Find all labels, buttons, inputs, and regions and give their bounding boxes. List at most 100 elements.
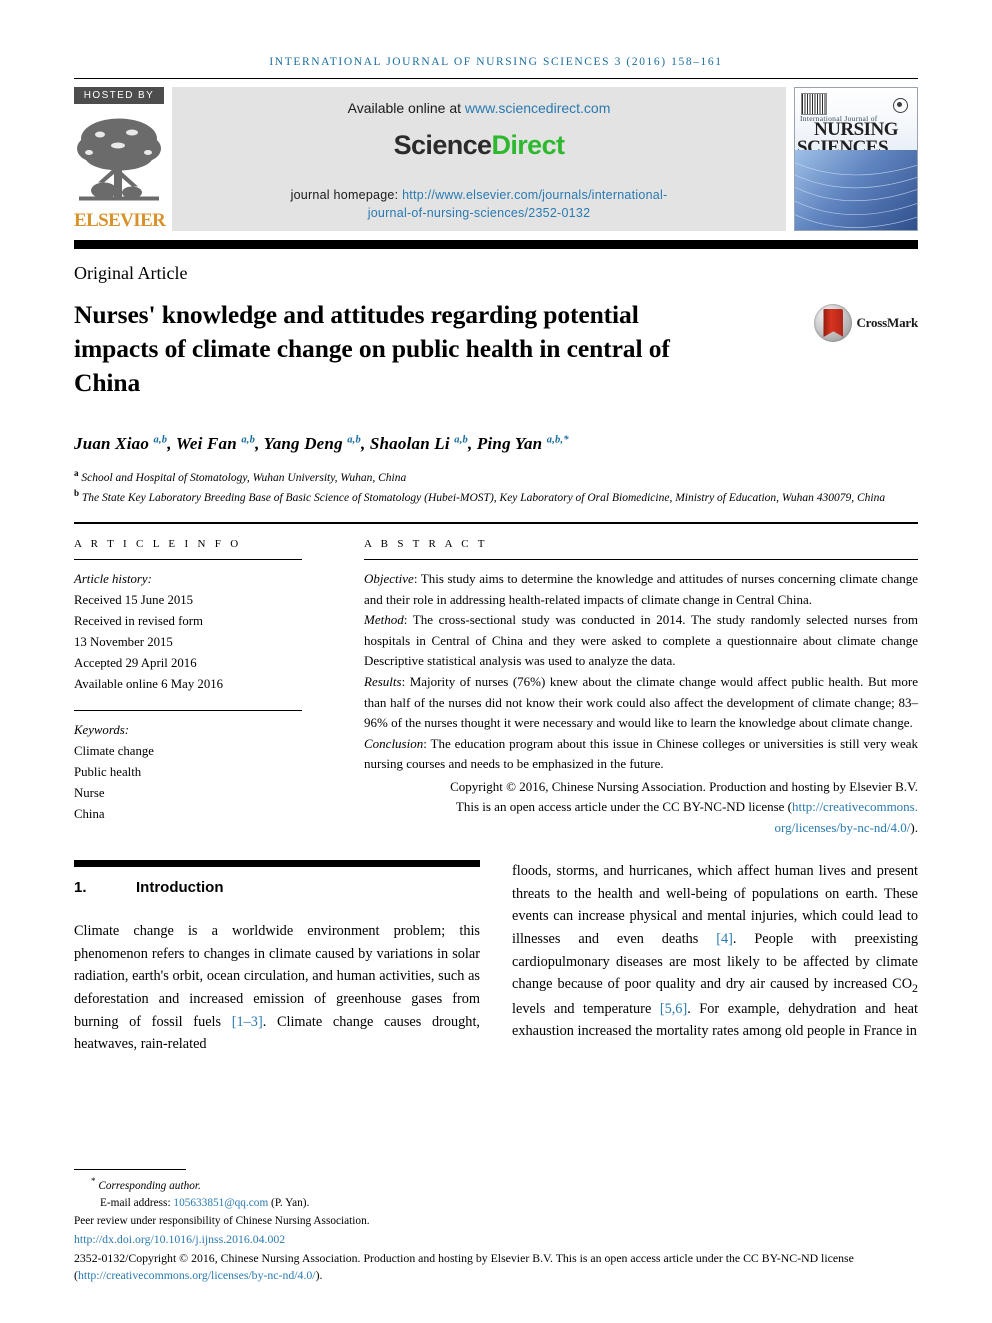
affiliation-item: b The State Key Laboratory Breeding Base… <box>74 487 918 507</box>
article-type: Original Article <box>74 263 188 283</box>
intro-paragraph-right-text: floods, storms, and hurricanes, which af… <box>512 860 918 1043</box>
introduction-section: 1. Introduction Climate change is a worl… <box>74 860 918 1055</box>
sciencedirect-logo: ScienceDirect <box>394 130 565 161</box>
sciencedirect-logo-science: Science <box>393 130 492 160</box>
elsevier-wordmark: ELSEVIER <box>74 210 166 231</box>
abstract-body: Objective: This study aims to determine … <box>364 569 918 838</box>
abstract-heading: A B S T R A C T <box>364 538 488 551</box>
title-row: Nurses' knowledge and attitudes regardin… <box>74 298 918 400</box>
abstract-results-text: : Majority of nurses (76%) knew about th… <box>364 673 918 731</box>
copyright-line-3: org/licenses/by-nc-nd/4.0/). <box>364 818 918 839</box>
journal-homepage-line: journal homepage: http://www.elsevier.co… <box>172 186 786 222</box>
license-tail-text: ). <box>315 1268 323 1283</box>
crossmark-badge[interactable]: CrossMark <box>814 304 918 342</box>
author-affil-marker: a,b <box>347 434 361 446</box>
barcode-icon <box>801 93 827 115</box>
author-affil-marker: a,b <box>153 434 168 446</box>
co2-subscript: 2 <box>912 980 918 995</box>
abstract-column: A B S T R A C T Objective: This study ai… <box>364 538 918 838</box>
article-history-label: Article history: <box>74 572 152 587</box>
footnote-rule <box>74 1169 186 1171</box>
article-info-column: A R T I C L E I N F O Article history: R… <box>74 538 302 838</box>
abstract-conclusion-text: : The education program about this issue… <box>364 735 918 772</box>
page-footer: * Corresponding author. E-mail address: … <box>74 1169 918 1285</box>
copyright-line-1: Copyright © 2016, Chinese Nursing Associ… <box>450 778 918 794</box>
intro-right-mid2: levels and temperature <box>512 1000 660 1017</box>
author-affil-marker: a,b <box>454 434 469 446</box>
abstract-conclusion: Conclusion: The education program about … <box>364 734 918 775</box>
section-title: Introduction <box>136 879 224 897</box>
journal-homepage-link-line2[interactable]: journal-of-nursing-sciences/2352-0132 <box>368 206 591 220</box>
abstract-method: Method: The cross-sectional study was co… <box>364 610 918 672</box>
intro-left-column: 1. Introduction Climate change is a worl… <box>74 860 480 1055</box>
keywords-block: Keywords: Climate change Public health N… <box>74 720 302 824</box>
intro-paragraph-left-text: Climate change is a worldwide environmen… <box>74 920 480 1055</box>
intro-paragraph-right: floods, storms, and hurricanes, which af… <box>512 860 918 1043</box>
corresponding-author-marker: * <box>91 1176 96 1187</box>
copyright-line-2-text: This is an open access article under the… <box>455 799 792 815</box>
affiliation-marker: a <box>74 467 79 478</box>
journal-cover-thumbnail: International Journal of NURSING SCIENCE… <box>794 87 918 231</box>
keyword-item: Nurse <box>74 785 105 800</box>
available-online-line: Available online at www.sciencedirect.co… <box>348 100 611 116</box>
available-online-label: Available online at <box>347 100 465 116</box>
journal-homepage-link-line1[interactable]: http://www.elsevier.com/journals/interna… <box>402 188 667 202</box>
keyword-item: China <box>74 806 105 821</box>
keyword-item: Public health <box>74 765 142 780</box>
reference-link-5-6[interactable]: [5,6] <box>660 1001 687 1017</box>
author-name: Wei Fan <box>175 433 237 453</box>
abstract-conclusion-label: Conclusion <box>364 735 424 751</box>
email-link[interactable]: 105633851@qq.com <box>173 1197 268 1209</box>
abstract-method-label: Method <box>364 612 404 628</box>
article-info-heading: A R T I C L E I N F O <box>74 538 242 551</box>
crossmark-label: CrossMark <box>856 315 918 330</box>
email-tail: (P. Yan). <box>268 1197 310 1210</box>
elsevier-tree-icon <box>74 104 164 211</box>
corresponding-author-label: Corresponding author. <box>98 1179 201 1192</box>
header-rule <box>74 78 918 79</box>
section-number: 1. <box>74 879 87 897</box>
affiliation-text: The State Key Laboratory Breeding Base o… <box>81 491 886 504</box>
email-label: E-mail address: <box>100 1197 174 1210</box>
history-item: Received 15 June 2015 <box>74 593 194 608</box>
history-item: Received in revised form <box>74 614 203 628</box>
reference-link-1-3[interactable]: [1–3] <box>232 1014 263 1030</box>
copyright-line-2: This is an open access article under the… <box>364 797 918 818</box>
peer-review-note: Peer review under responsibility of Chin… <box>74 1214 370 1227</box>
author-affil-marker: a,b <box>241 434 256 446</box>
abstract-objective: Objective: This study aims to determine … <box>364 569 918 610</box>
article-info-rule <box>74 559 302 561</box>
footer-cc-license-link[interactable]: http://creativecommons.org/licenses/by-n… <box>78 1268 316 1282</box>
author-name: Yang Deng <box>263 433 343 453</box>
history-item: Accepted 29 April 2016 <box>74 655 197 670</box>
sciencedirect-link[interactable]: www.sciencedirect.com <box>465 100 611 116</box>
affiliation-item: a School and Hospital of Stomatology, Wu… <box>74 467 918 487</box>
abstract-objective-text: : This study aims to determine the knowl… <box>364 571 918 607</box>
author-affil-marker: a,b,* <box>546 434 569 446</box>
abstract-rule <box>364 559 918 561</box>
affiliation-text: School and Hospital of Stomatology, Wuha… <box>81 471 407 484</box>
doi-link[interactable]: http://dx.doi.org/10.1016/j.ijnss.2016.0… <box>74 1230 918 1248</box>
corresponding-author-note: * Corresponding author. <box>74 1175 918 1195</box>
info-abstract-section: A R T I C L E I N F O Article history: R… <box>74 538 918 838</box>
crossmark-icon <box>814 304 853 342</box>
cc-license-link-part2[interactable]: org/licenses/by-nc-nd/4.0/ <box>775 820 911 835</box>
reference-link-4[interactable]: [4] <box>716 931 733 947</box>
abstract-objective-label: Objective <box>364 571 414 587</box>
keywords-rule <box>74 710 302 712</box>
cover-top-section: International Journal of NURSING SCIENCE… <box>795 88 917 157</box>
abstract-top-rule <box>74 522 918 525</box>
copyright-tail: ). <box>910 819 918 835</box>
keywords-label: Keywords: <box>74 723 129 738</box>
keyword-item: Climate change <box>74 744 154 759</box>
elsevier-logo-block: HOSTED BY ELSEVIER <box>74 87 166 231</box>
running-head: international journal of nursing science… <box>269 56 723 68</box>
sciencedirect-logo-direct: Direct <box>491 130 565 160</box>
abstract-copyright: Copyright © 2016, Chinese Nursing Associ… <box>364 777 918 839</box>
hosted-by-label: HOSTED BY <box>74 87 164 104</box>
cc-license-link-part1[interactable]: http://creativecommons. <box>792 799 918 814</box>
paper-page: international journal of nursing science… <box>0 0 992 1323</box>
section-heading: 1. Introduction <box>74 879 480 896</box>
affiliation-list: a School and Hospital of Stomatology, Wu… <box>74 467 918 508</box>
author-name: Shaolan Li <box>369 433 450 453</box>
